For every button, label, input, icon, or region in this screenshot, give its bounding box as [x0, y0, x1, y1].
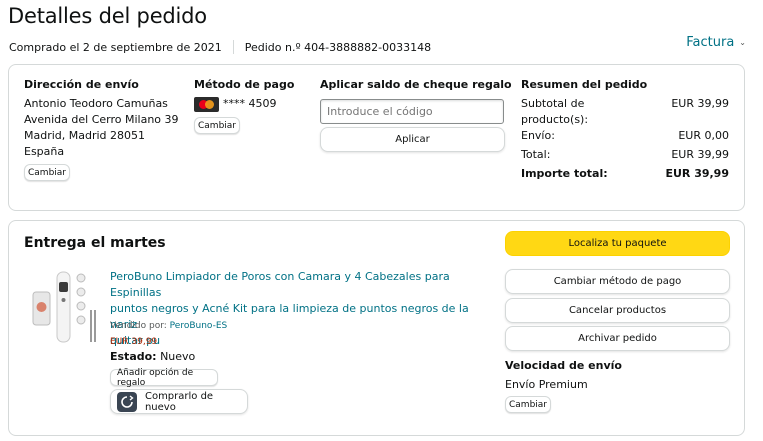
page-title: Detalles del pedido	[8, 4, 207, 28]
address-line: Antonio Teodoro Camuñas	[24, 97, 168, 110]
order-number: Pedido n.º 404-3888882-0033148	[244, 40, 432, 54]
product-price: EUR 39,99	[110, 337, 158, 347]
change-payment-method-button[interactable]: Cambiar método de pago	[505, 269, 730, 294]
buy-again-button[interactable]: Comprarlo de nuevo	[110, 389, 248, 414]
product-image[interactable]	[31, 270, 99, 348]
gift-code-input[interactable]	[320, 99, 504, 124]
condition-label: Estado:	[110, 350, 157, 363]
reorder-icon	[117, 391, 137, 412]
product-title-line: PeroBuno Limpiador de Poros con Camara y…	[110, 270, 450, 299]
buy-again-label: Comprarlo de nuevo	[144, 390, 214, 413]
summary-value: EUR 39,99	[671, 97, 729, 110]
condition-value: Nuevo	[160, 350, 196, 363]
summary-value: EUR 0,00	[678, 129, 729, 142]
product-title-link[interactable]: PeroBuno Limpiador de Poros con Camara y…	[110, 269, 490, 349]
summary-value: EUR 39,99	[671, 148, 729, 161]
cancel-items-button[interactable]: Cancelar productos	[505, 298, 730, 323]
delivery-heading: Entrega el martes	[24, 235, 166, 251]
address-line: Avenida del Cerro Milano 39	[24, 113, 179, 126]
shipping-address-heading: Dirección de envío	[24, 78, 139, 91]
summary-row-shipping: Envío: EUR 0,00	[521, 129, 729, 142]
summary-label: Total:	[521, 148, 551, 161]
delivery-card: Entrega el martes PeroBuno Limpiador de …	[8, 220, 745, 436]
address-line: España	[24, 145, 65, 158]
change-shipping-speed-button[interactable]: Cambiar	[505, 396, 551, 413]
meta-divider	[232, 40, 234, 54]
order-meta: Comprado el 2 de septiembre de 2021 Pedi…	[9, 40, 431, 54]
mastercard-icon	[194, 97, 219, 112]
archive-order-button[interactable]: Archivar pedido	[505, 326, 730, 351]
gift-card-heading: Aplicar saldo de cheque regalo	[320, 78, 512, 91]
summary-label: Envío:	[521, 129, 555, 142]
seller-info: Vendido por: PeroBuno-ES	[110, 318, 227, 334]
seller-link[interactable]: PeroBuno-ES	[170, 321, 228, 331]
order-date: Comprado el 2 de septiembre de 2021	[9, 40, 222, 54]
shipping-speed-value: Envío Premium	[505, 378, 588, 391]
seller-label: Vendido por:	[110, 321, 167, 331]
chevron-down-icon: ⌄	[739, 38, 746, 47]
invoice-dropdown[interactable]: Factura ⌄	[686, 35, 746, 50]
summary-row-subtotal: Subtotal de producto(s): EUR 39,99	[521, 96, 729, 128]
product-condition: Estado: Nuevo	[110, 349, 195, 365]
payment-method-heading: Método de pago	[194, 78, 295, 91]
invoice-label: Factura	[686, 35, 735, 50]
add-gift-option-button[interactable]: Añadir opción de regalo	[110, 368, 218, 388]
track-package-button[interactable]: Localiza tu paquete	[505, 231, 730, 256]
change-payment-button[interactable]: Cambiar	[194, 117, 240, 134]
order-info-card: Dirección de envío Antonio Teodoro Camuñ…	[8, 64, 745, 211]
summary-value: EUR 39,99	[665, 167, 729, 180]
order-summary-heading: Resumen del pedido	[521, 78, 648, 91]
summary-row-total: Total: EUR 39,99	[521, 148, 729, 161]
card-number: **** 4509	[223, 97, 277, 110]
change-address-button[interactable]: Cambiar	[24, 164, 70, 181]
apply-gift-button[interactable]: Aplicar	[320, 127, 505, 152]
shipping-speed-heading: Velocidad de envío	[505, 359, 622, 372]
summary-row-grand-total: Importe total: EUR 39,99	[521, 167, 729, 180]
summary-label: Importe total:	[521, 167, 608, 180]
address-line: Madrid, Madrid 28051	[24, 129, 146, 142]
summary-label: Subtotal de producto(s):	[521, 97, 589, 126]
product-title-line: quitar pu	[110, 334, 161, 347]
